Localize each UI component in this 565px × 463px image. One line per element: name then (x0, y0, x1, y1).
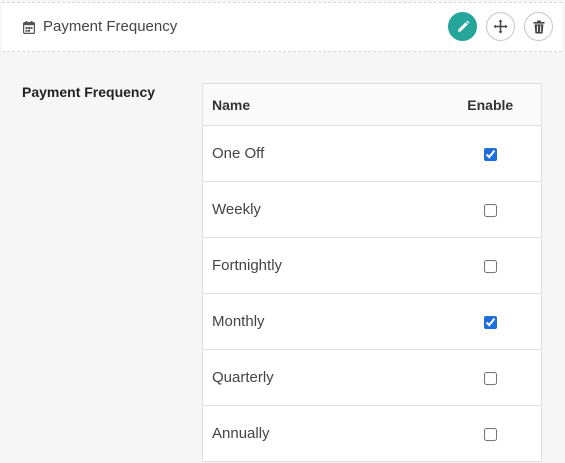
calendar-icon (23, 21, 35, 34)
table-row: Quarterly (202, 349, 542, 406)
pencil-icon (457, 20, 469, 32)
table-header-row: Name Enable (202, 83, 542, 126)
row-name: One Off (202, 125, 403, 182)
enable-checkbox[interactable] (483, 203, 497, 217)
column-header-enable: Enable (402, 83, 542, 126)
field-label: Payment Frequency (22, 84, 156, 100)
row-name: Weekly (202, 181, 403, 238)
row-enable-cell (402, 125, 542, 182)
payment-frequency-table: Name Enable One Off Weekly Fortnightly M… (202, 83, 542, 462)
row-enable-cell (402, 237, 542, 294)
enable-checkbox[interactable] (483, 259, 497, 273)
column-header-name: Name (202, 83, 403, 126)
section-header: Payment Frequency (2, 2, 562, 52)
row-enable-cell (402, 181, 542, 238)
trash-icon (533, 20, 544, 33)
row-name: Annually (202, 405, 403, 462)
move-arrows-icon (493, 19, 508, 34)
enable-checkbox[interactable] (483, 371, 497, 385)
column-header-enable-label: Enable (467, 96, 514, 113)
row-enable-cell (402, 293, 542, 350)
row-name: Fortnightly (202, 237, 403, 294)
enable-checkbox[interactable] (483, 427, 497, 441)
row-name: Monthly (202, 293, 403, 350)
enable-checkbox[interactable] (483, 315, 497, 329)
enable-checkbox[interactable] (483, 147, 497, 161)
delete-button[interactable] (524, 12, 553, 41)
row-enable-cell (402, 349, 542, 406)
edit-button[interactable] (448, 12, 477, 41)
section-title: Payment Frequency (43, 18, 178, 35)
table-row: Monthly (202, 293, 542, 350)
row-enable-cell (402, 405, 542, 462)
table-row: One Off (202, 125, 542, 182)
table-row: Weekly (202, 181, 542, 238)
table-row: Annually (202, 405, 542, 462)
row-name: Quarterly (202, 349, 403, 406)
table-row: Fortnightly (202, 237, 542, 294)
move-button[interactable] (486, 12, 515, 41)
